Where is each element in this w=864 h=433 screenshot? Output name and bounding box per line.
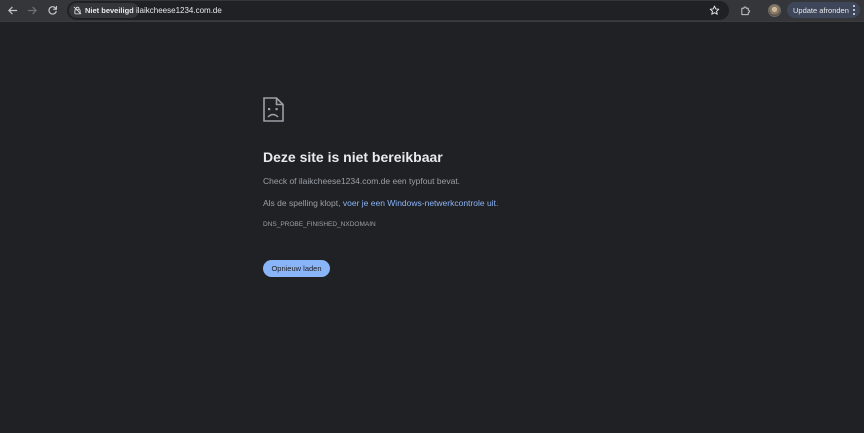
network-diagnostics-link[interactable]: voer je een Windows-netwerkcontrole uit [343, 198, 496, 208]
security-chip[interactable]: Niet beveiligd [69, 3, 139, 18]
forward-arrow-icon [27, 6, 37, 15]
sad-page-icon [263, 97, 284, 122]
error-content: Deze site is niet bereikbaar Check of il… [263, 97, 703, 277]
extensions-button[interactable] [737, 2, 754, 19]
suggestion-suffix: . [495, 198, 499, 208]
puzzle-icon [741, 6, 750, 16]
bookmark-button[interactable] [708, 4, 721, 17]
error-suggestion-network: Als de spelling klopt, voer je een Windo… [263, 198, 498, 208]
browser-toolbar: Niet beveiligd ilaikcheese1234.com.de Up… [0, 0, 864, 22]
star-icon [709, 5, 720, 15]
suggestion-prefix: Als de spelling klopt, [263, 198, 343, 208]
url-text[interactable]: ilaikcheese1234.com.de [136, 5, 222, 16]
reload-icon [48, 5, 58, 15]
update-label: Update afronden [793, 5, 849, 15]
error-title: Deze site is niet bereikbaar [263, 149, 443, 165]
error-code[interactable]: DNS_PROBE_FINISHED_NXDOMAIN [263, 221, 376, 228]
security-label: Niet beveiligd [85, 6, 134, 15]
forward-button[interactable] [24, 2, 41, 19]
address-bar[interactable]: Niet beveiligd ilaikcheese1234.com.de [67, 1, 729, 20]
back-button[interactable] [4, 2, 21, 19]
error-suggestion-typo: Check of ilaikcheese1234.com.de een typf… [263, 176, 461, 186]
avatar[interactable] [768, 4, 781, 17]
not-secure-icon [73, 6, 82, 15]
reload-page-button[interactable]: Opnieuw laden [263, 260, 330, 277]
reload-button[interactable] [44, 2, 61, 19]
update-button[interactable]: Update afronden [787, 2, 860, 18]
back-arrow-icon [8, 6, 18, 15]
vertical-dots-icon[interactable] [852, 5, 855, 15]
